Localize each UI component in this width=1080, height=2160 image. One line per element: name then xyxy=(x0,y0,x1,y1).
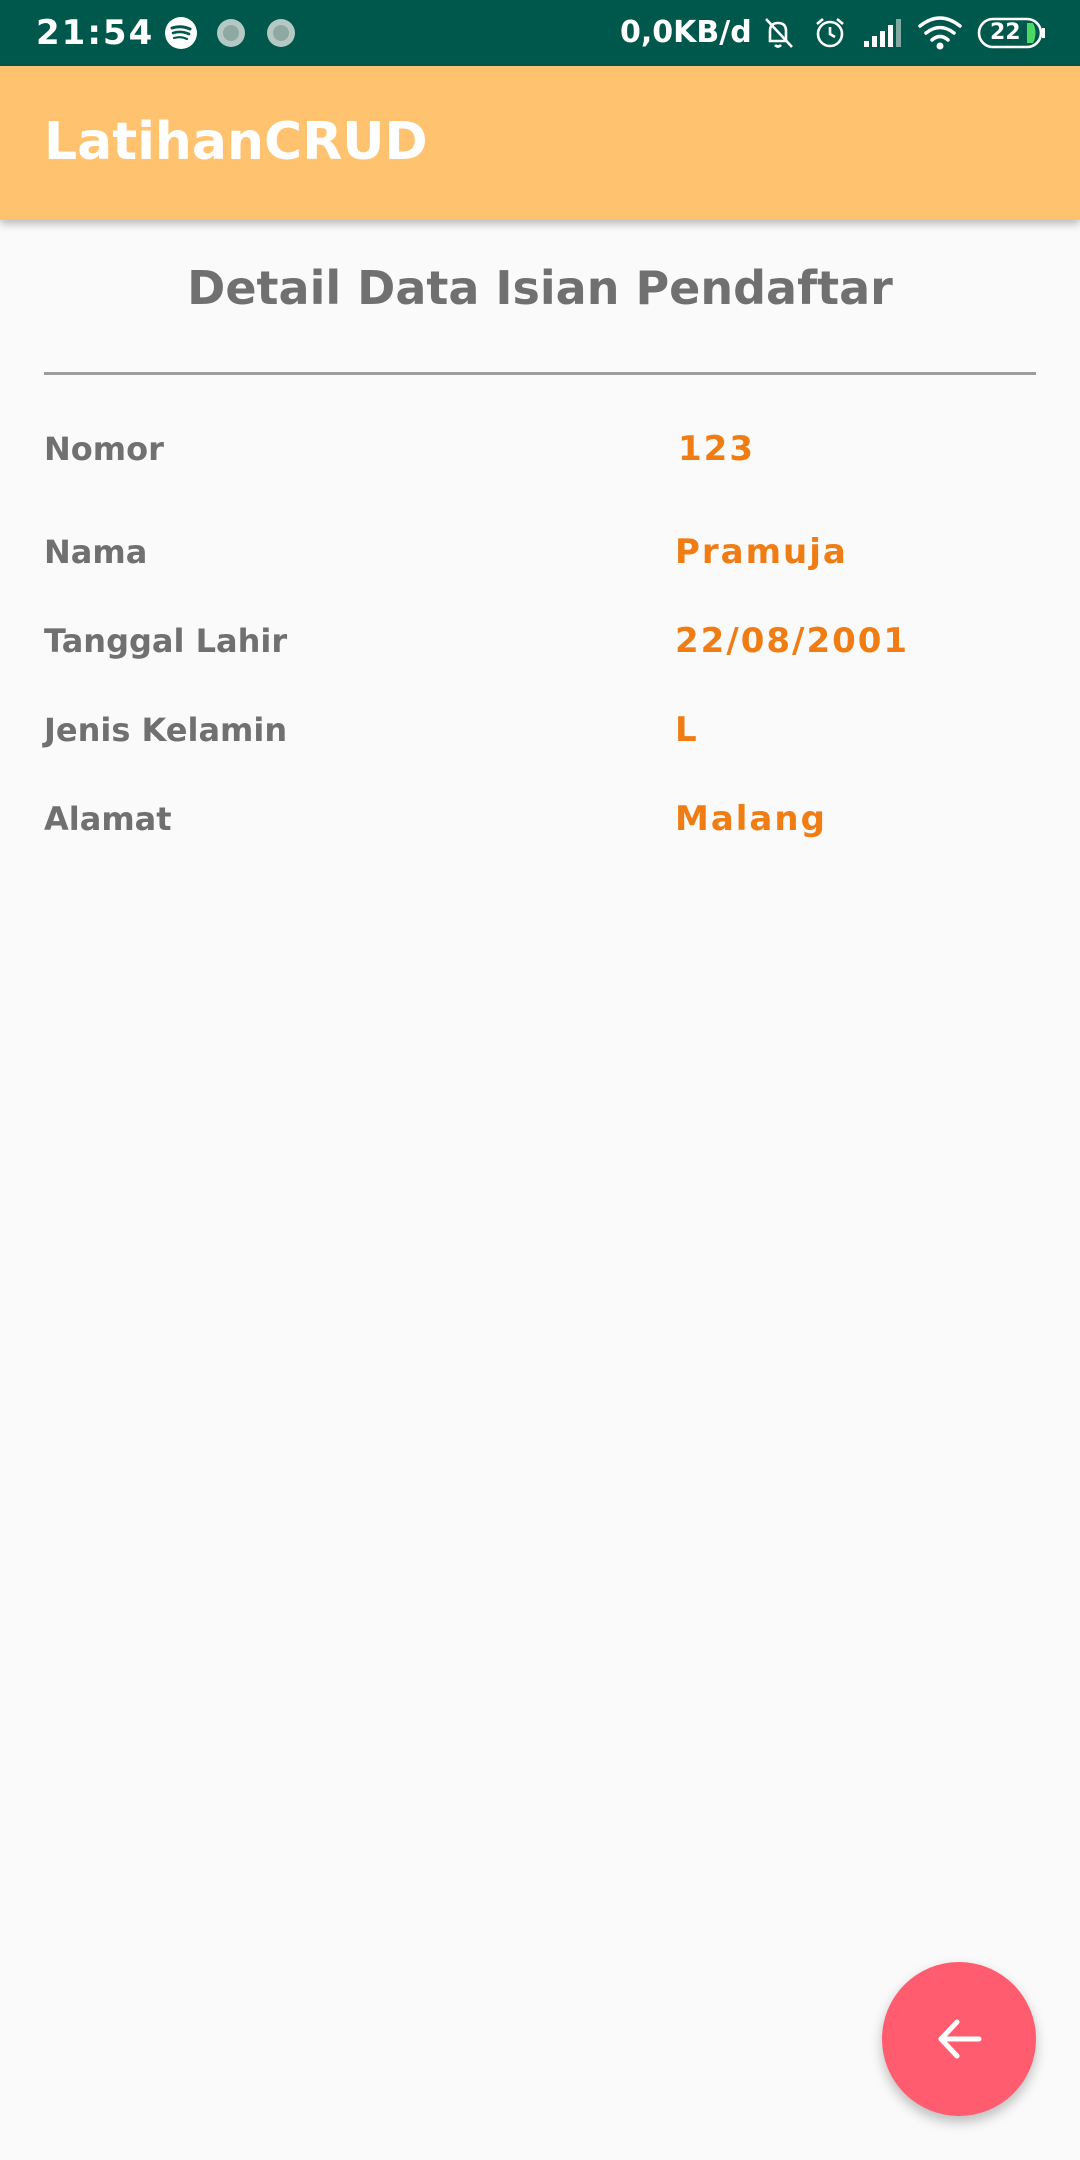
value-jenis-kelamin: L xyxy=(675,710,699,750)
battery-level: 22 xyxy=(990,20,1021,45)
label-jenis-kelamin: Jenis Kelamin xyxy=(44,711,288,749)
app-bar: LatihanCRUD xyxy=(0,66,1080,220)
battery-icon: 22 xyxy=(976,0,1048,66)
network-speed: 0,0KB/d xyxy=(620,15,752,50)
value-tanggal-lahir: 22/08/2001 xyxy=(675,621,910,661)
mute-icon xyxy=(758,0,798,66)
app-title: LatihanCRUD xyxy=(44,112,428,172)
label-nama: Nama xyxy=(44,533,148,571)
notification-dot-icon xyxy=(214,0,248,66)
status-bar: 21:54 0,0KB/d 22 xyxy=(0,0,1080,66)
alarm-icon xyxy=(810,0,850,66)
signal-icon xyxy=(860,0,906,66)
page-title: Detail Data Isian Pendaftar xyxy=(187,261,893,315)
label-tanggal-lahir: Tanggal Lahir xyxy=(44,622,288,660)
divider xyxy=(44,372,1036,375)
value-alamat: Malang xyxy=(675,799,827,839)
wifi-icon xyxy=(916,0,964,66)
status-time: 21:54 xyxy=(36,13,155,53)
notification-dot-icon xyxy=(264,0,298,66)
value-nama: Pramuja xyxy=(675,532,848,572)
value-nomor: 123 xyxy=(678,429,755,469)
label-alamat: Alamat xyxy=(44,800,172,838)
arrow-back-icon xyxy=(933,2013,985,2065)
back-button[interactable] xyxy=(882,1962,1036,2116)
label-nomor: Nomor xyxy=(44,430,164,468)
spotify-icon xyxy=(162,0,200,66)
